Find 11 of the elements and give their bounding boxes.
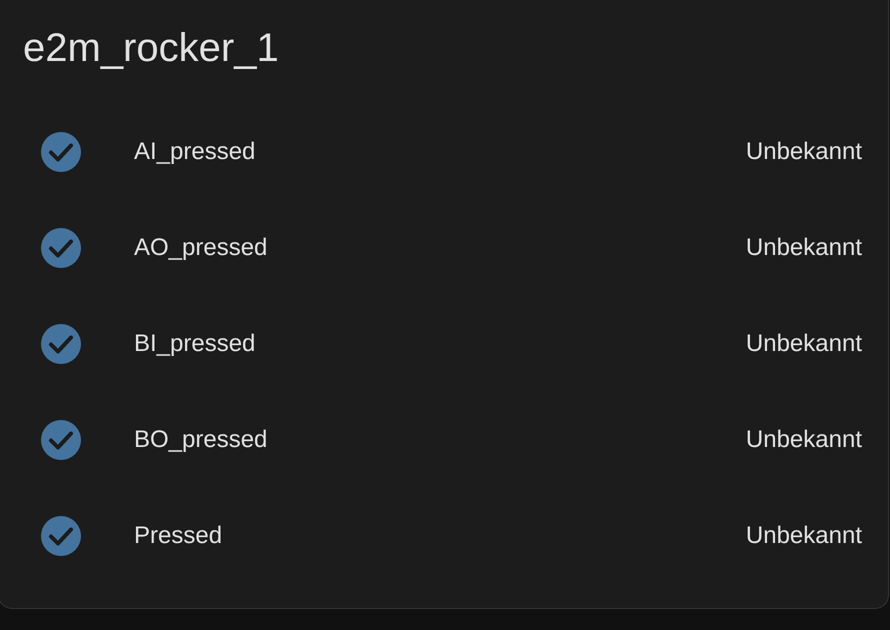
entity-state: Unbekannt xyxy=(746,522,862,550)
card-title: e2m_rocker_1 xyxy=(22,25,280,72)
entity-name[interactable]: Pressed xyxy=(134,522,746,550)
entity-state: Unbekannt xyxy=(746,426,862,454)
entity-name[interactable]: BO_pressed xyxy=(134,426,746,454)
entity-name[interactable]: BI_pressed xyxy=(134,330,746,358)
entity-state: Unbekannt xyxy=(746,138,862,166)
entity-state: Unbekannt xyxy=(746,330,862,358)
entity-name[interactable]: AI_pressed xyxy=(134,138,746,166)
entity-state: Unbekannt xyxy=(746,234,862,262)
entity-name[interactable]: AO_pressed xyxy=(134,234,746,262)
